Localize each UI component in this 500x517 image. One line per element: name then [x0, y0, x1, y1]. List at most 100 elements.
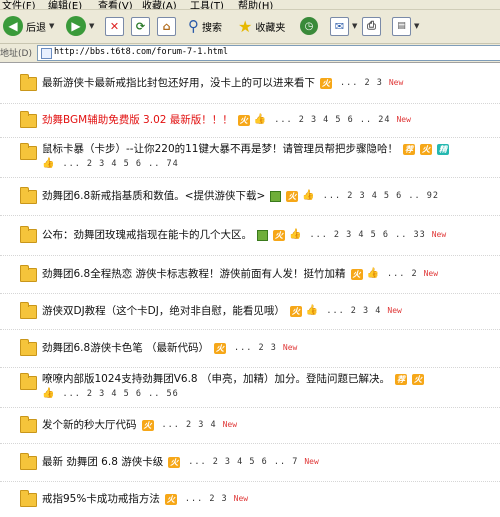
- back-button[interactable]: ◀ 后退 ▼: [3, 15, 54, 37]
- page-links[interactable]: ... 2 3 4 5 6 .. 56: [62, 387, 178, 401]
- favorites-button[interactable]: ★ 收藏夹: [238, 15, 285, 37]
- page-links[interactable]: ... 2 3 4 5 6 .. 24: [274, 113, 390, 127]
- thread-line: 鼠标卡暴（卡步）--让你220的11键大暴不再是梦！请管理员帮把步骤隐哈！ 荐火精: [42, 142, 449, 156]
- thread-line: 公布：劲舞团玫瑰戒指现在能卡的几个大区。 火 👍 ... 2 3 4 5 6 .. 3…: [42, 228, 446, 242]
- thread-title-link[interactable]: 劲舞BGM辅助免费版 3.02 最新版！！！: [42, 113, 233, 127]
- thread-row: 公布：劲舞团玫瑰戒指现在能卡的几个大区。 火 👍 ... 2 3 4 5 6 .. 3…: [0, 215, 500, 256]
- thread-line: 劲舞团6.8新戒指基质和数值。<提供游侠下载> 火 👍 ... 2 3 4 5 6 .…: [42, 189, 439, 203]
- toolbar: ◀ 后退 ▼ ▶ ▼ ✕ ⟳ ⌂ ⚲ 搜索 ★ 收藏夹 ◷ ✉ ▼ ⎙ ▤ ▼: [0, 10, 500, 44]
- thread-title-link[interactable]: 劲舞团6.8全程热恋 游侠卡标志教程！游侠前面有人发！挺竹加精: [42, 267, 346, 281]
- search-label: 搜索: [202, 22, 222, 34]
- address-url[interactable]: http://bbs.t6t8.com/forum-7-1.html: [54, 47, 228, 57]
- history-button[interactable]: ◷: [300, 15, 318, 37]
- folder-icon: [20, 339, 37, 356]
- page-links[interactable]: ... 2 3: [340, 76, 383, 90]
- folder-icon: [20, 373, 37, 390]
- forward-button[interactable]: ▶ ▼: [66, 15, 94, 37]
- thread-line: 劲舞团6.8游侠卡色笔 （最新代码） 火 ... 2 3 New: [42, 341, 297, 355]
- thread-line-2: 👍 ... 2 3 4 5 6 .. 56: [42, 387, 179, 401]
- thread-title-link[interactable]: 公布：劲舞团玫瑰戒指现在能卡的几个大区。: [42, 228, 252, 242]
- thread-row: 最新 劲舞团 6.8 游侠卡级火 ... 2 3 4 5 6 .. 7 New: [0, 443, 500, 482]
- thread-title-link[interactable]: 劲舞团6.8游侠卡色笔 （最新代码）: [42, 341, 209, 355]
- new-badge: New: [282, 343, 298, 352]
- edit-button[interactable]: ▤ ▼: [392, 15, 419, 37]
- star-icon: ★: [238, 16, 253, 36]
- search-button[interactable]: ⚲ 搜索: [188, 15, 222, 37]
- menu-view[interactable]: 查看(V): [98, 0, 133, 9]
- favorites-label: 收藏夹: [255, 22, 286, 34]
- thumbs-up-icon: 👍: [42, 388, 55, 399]
- thread-row: 劲舞BGM辅助免费版 3.02 最新版！！！ 火 👍 ... 2 3 4 5 6 ..…: [0, 103, 500, 138]
- thread-line: 戒指95%卡成功戒指方法火 ... 2 3 New: [42, 492, 248, 506]
- folder-icon: [20, 416, 37, 433]
- page-links[interactable]: ... 2 3 4 5 6 .. 7: [188, 455, 298, 469]
- page-links[interactable]: ... 2 3: [234, 341, 277, 355]
- stop-button[interactable]: ✕: [105, 15, 124, 37]
- folder-icon: [20, 111, 37, 128]
- thumbs-up-icon: 👍: [305, 305, 319, 316]
- thread-row: 最新游侠卡最新戒指比封包还好用，没卡上的可以进来看下火 ... 2 3 New: [0, 63, 500, 104]
- home-button[interactable]: ⌂: [157, 15, 176, 37]
- page-links[interactable]: ... 2 3: [185, 492, 228, 506]
- address-bar: 地址(D) http://bbs.t6t8.com/forum-7-1.html: [0, 44, 500, 63]
- folder-icon: [20, 302, 37, 319]
- thread-row: 嘹嘹内部版1024支持劲舞团V6.8 （申亮，加精）加分。登陆问题已解决。荐火 👍…: [0, 367, 500, 408]
- menu-favorites[interactable]: 收藏(A): [142, 0, 177, 9]
- hot-badge: 火: [419, 143, 432, 155]
- folder-icon: [20, 187, 37, 204]
- thread-title-link[interactable]: 最新 劲舞团 6.8 游侠卡级: [42, 455, 163, 469]
- hot-badge: 火: [237, 114, 250, 126]
- menu-help[interactable]: 帮助(H): [238, 0, 273, 9]
- new-badge: New: [396, 115, 411, 124]
- page-links[interactable]: ... 2: [387, 267, 418, 281]
- image-attachment-icon: [270, 190, 282, 202]
- hot-badge: 火: [289, 305, 302, 317]
- thread-title-link[interactable]: 嘹嘹内部版1024支持劲舞团V6.8 （申亮，加精）加分。登陆问题已解决。: [42, 372, 390, 386]
- thread-title-link[interactable]: 鼠标卡暴（卡步）--让你220的11键大暴不再是梦！请管理员帮把步骤隐哈！: [42, 142, 398, 156]
- menu-tools[interactable]: 工具(T): [190, 0, 224, 9]
- thread-title-link[interactable]: 戒指95%卡成功戒指方法: [42, 492, 160, 506]
- forward-dropdown-icon[interactable]: ▼: [89, 22, 94, 30]
- back-dropdown-icon[interactable]: ▼: [49, 22, 54, 30]
- hot-badge: 火: [273, 229, 285, 241]
- hot-badge: 火: [214, 342, 227, 354]
- thread-row: 游侠双DJ教程（这个卡DJ，绝对非自慰，能看见哦） 火 👍 ... 2 3 4 New: [0, 293, 500, 330]
- history-icon: ◷: [300, 17, 318, 35]
- print-button[interactable]: ⎙: [362, 15, 381, 37]
- thread-list: 最新游侠卡最新戒指比封包还好用，没卡上的可以进来看下火... 2 3 New 劲舞B…: [0, 63, 500, 517]
- folder-icon: [20, 74, 37, 91]
- search-icon: ⚲: [188, 17, 199, 35]
- thumbs-up-icon: 👍: [253, 114, 267, 125]
- thumbs-up-icon: 👍: [289, 229, 302, 240]
- page-links[interactable]: ... 2 3 4 5 6 .. 74: [62, 157, 178, 171]
- edit-dropdown-icon[interactable]: ▼: [414, 22, 419, 30]
- new-badge: New: [387, 306, 402, 315]
- menu-file[interactable]: 文件(F): [2, 0, 36, 9]
- thread-row: 劲舞团6.8新戒指基质和数值。<提供游侠下载> 火 👍 ... 2 3 4 5 6 .…: [0, 177, 500, 216]
- hot-badge: 火: [168, 456, 181, 468]
- thread-line: 游侠双DJ教程（这个卡DJ，绝对非自慰，能看见哦） 火 👍 ... 2 3 4 New: [42, 304, 402, 318]
- thumbs-up-icon: 👍: [302, 190, 315, 201]
- thumbs-up-icon: 👍: [366, 268, 379, 279]
- folder-icon: [20, 265, 37, 282]
- menu-edit[interactable]: 编辑(E): [48, 0, 82, 9]
- thread-row: 戒指95%卡成功戒指方法火 ... 2 3 New: [0, 481, 500, 517]
- mail-button[interactable]: ✉ ▼: [330, 15, 357, 37]
- thread-title-link[interactable]: 发个新的秒大厅代码: [42, 418, 137, 432]
- thread-title-link[interactable]: 劲舞团6.8新戒指基质和数值。<提供游侠下载>: [42, 189, 265, 203]
- thread-title-link[interactable]: 最新游侠卡最新戒指比封包还好用，没卡上的可以进来看下: [42, 76, 315, 90]
- page-links[interactable]: ... 2 3 4 5 6 .. 92: [323, 189, 439, 203]
- back-label: 后退: [26, 22, 46, 34]
- thread-line: 嘹嘹内部版1024支持劲舞团V6.8 （申亮，加精）加分。登陆问题已解决。荐火: [42, 372, 424, 386]
- thread-row: 发个新的秒大厅代码火 ... 2 3 4 New: [0, 407, 500, 444]
- hot-badge: 火: [411, 373, 424, 385]
- mail-dropdown-icon[interactable]: ▼: [352, 22, 357, 30]
- thread-title-link[interactable]: 游侠双DJ教程（这个卡DJ，绝对非自慰，能看见哦）: [42, 304, 285, 318]
- page-links[interactable]: ... 2 3 4: [162, 418, 217, 432]
- page-links[interactable]: ... 2 3 4: [326, 304, 381, 318]
- recommend-badge: 荐: [402, 143, 415, 155]
- refresh-button[interactable]: ⟳: [131, 15, 150, 37]
- address-input[interactable]: http://bbs.t6t8.com/forum-7-1.html: [37, 45, 500, 61]
- page-links[interactable]: ... 2 3 4 5 6 .. 33: [309, 228, 425, 242]
- edit-icon: ▤: [392, 16, 411, 36]
